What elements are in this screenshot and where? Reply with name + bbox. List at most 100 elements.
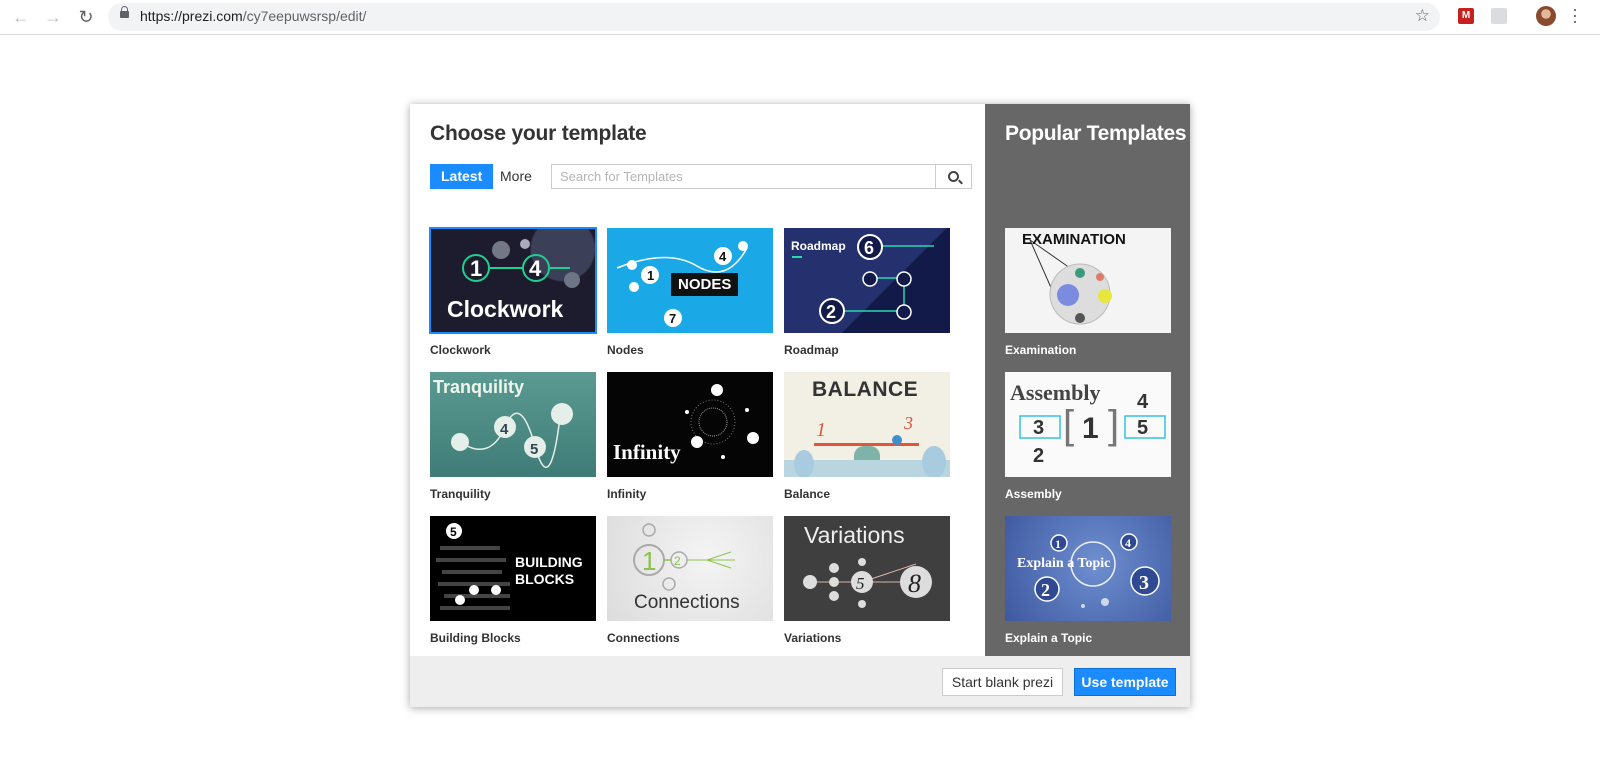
template-thumbnail[interactable]: 1 4 7 NODES bbox=[607, 228, 773, 333]
search-input[interactable] bbox=[552, 165, 935, 188]
template-thumbnail[interactable]: 4 5 Tranquility bbox=[430, 372, 596, 477]
popular-templates-pane: Popular Templates EXAMINATION Examinatio… bbox=[985, 104, 1190, 656]
thumbnail-title: Infinity bbox=[613, 440, 681, 464]
popular-templates-title: Popular Templates bbox=[1005, 122, 1187, 145]
svg-text:4: 4 bbox=[1137, 391, 1149, 413]
template-label: Connections bbox=[607, 631, 680, 645]
dialog-footer bbox=[410, 656, 1190, 707]
svg-text:4: 4 bbox=[529, 256, 542, 281]
thumbnail-title: NODES bbox=[671, 273, 739, 296]
tab-latest[interactable]: Latest bbox=[430, 164, 494, 189]
svg-text:3: 3 bbox=[1033, 417, 1044, 439]
template-label: Assembly bbox=[1005, 487, 1062, 501]
thumbnail-title: Tranquility bbox=[433, 377, 525, 397]
browser-menu-icon[interactable]: · · · bbox=[1572, 0, 1578, 30]
extension-pdf-icon[interactable] bbox=[1491, 8, 1507, 24]
popular-card-examination[interactable]: EXAMINATION Examination bbox=[1005, 228, 1171, 357]
svg-text:1: 1 bbox=[816, 419, 826, 441]
template-thumbnail[interactable]: 5 BUILDING BLOCKS bbox=[430, 516, 596, 621]
template-card-building-blocks[interactable]: 5 BUILDING BLOCKS Building Blocks bbox=[430, 516, 596, 645]
template-thumbnail[interactable]: 3 5 1 4 2 [ ] Assembly bbox=[1005, 372, 1171, 477]
popular-card-assembly[interactable]: 3 5 1 4 2 [ ] Assembly Assembly bbox=[1005, 372, 1171, 501]
template-thumbnail[interactable]: EXAMINATION bbox=[1005, 228, 1171, 333]
template-card-variations[interactable]: 5 8 Variations Variations bbox=[784, 516, 950, 645]
svg-text:2: 2 bbox=[826, 302, 836, 322]
template-card-connections[interactable]: 1 2 Connections Connections bbox=[607, 516, 773, 645]
template-label: Nodes bbox=[607, 343, 644, 357]
svg-text:4: 4 bbox=[1125, 536, 1131, 550]
thumbnail-title: Clockwork bbox=[447, 296, 564, 322]
template-thumbnail[interactable]: 1 3 BALANCE bbox=[784, 372, 950, 477]
svg-text:2: 2 bbox=[1033, 445, 1044, 467]
svg-text:]: ] bbox=[1108, 403, 1119, 447]
use-template-button[interactable]: Use template bbox=[1074, 668, 1176, 696]
forward-arrow-icon[interactable]: → bbox=[42, 6, 64, 28]
popular-card-explain-a-topic[interactable]: 1 4 2 3 Explain a Topic Explain a Topic bbox=[1005, 516, 1171, 645]
thumbnail-title: EXAMINATION bbox=[1022, 231, 1126, 248]
template-label: Clockwork bbox=[430, 343, 491, 357]
template-card-tranquility[interactable]: 4 5 Tranquility Tranquility bbox=[430, 372, 596, 501]
thumbnail-title: Roadmap bbox=[791, 239, 846, 253]
svg-text:5: 5 bbox=[1137, 417, 1148, 439]
template-thumbnail[interactable]: 6 2 Roadmap bbox=[784, 228, 950, 333]
svg-text:1: 1 bbox=[470, 256, 482, 281]
template-card-clockwork[interactable]: 1 4 Clockwork Clockwork bbox=[429, 227, 597, 357]
template-thumbnail[interactable]: 5 8 Variations bbox=[784, 516, 950, 621]
template-thumbnail[interactable]: 1 2 Connections bbox=[607, 516, 773, 621]
svg-text:3: 3 bbox=[903, 413, 913, 433]
template-dialog: Choose your template Latest More 1 4 Cl bbox=[410, 104, 1190, 707]
svg-text:1: 1 bbox=[647, 268, 654, 283]
template-card-balance[interactable]: 1 3 BALANCE Balance bbox=[784, 372, 950, 501]
thumbnail-title: Assembly bbox=[1010, 380, 1101, 405]
extension-m-icon[interactable]: M bbox=[1458, 8, 1474, 24]
template-label: Balance bbox=[784, 487, 831, 501]
search-icon bbox=[948, 171, 959, 182]
template-thumbnail[interactable]: 1 4 2 3 Explain a Topic bbox=[1005, 516, 1171, 621]
svg-text:2: 2 bbox=[1041, 580, 1050, 600]
svg-text:1: 1 bbox=[1082, 412, 1099, 445]
search-field[interactable] bbox=[551, 164, 936, 189]
svg-text:8: 8 bbox=[908, 569, 921, 598]
lock-icon bbox=[120, 6, 129, 18]
svg-text:5: 5 bbox=[856, 574, 865, 593]
reload-icon[interactable]: ↻ bbox=[75, 6, 97, 28]
tab-more[interactable]: More bbox=[489, 164, 543, 189]
search-button[interactable] bbox=[936, 164, 972, 189]
profile-avatar[interactable] bbox=[1536, 6, 1556, 26]
template-thumbnail[interactable]: Infinity bbox=[607, 372, 773, 477]
template-label: Tranquility bbox=[430, 487, 491, 501]
back-arrow-icon[interactable]: ← bbox=[10, 6, 32, 28]
template-pane: Choose your template Latest More 1 4 Cl bbox=[410, 104, 985, 656]
svg-text:6: 6 bbox=[864, 238, 874, 258]
template-label: Examination bbox=[1005, 343, 1077, 357]
template-label: Infinity bbox=[607, 487, 647, 501]
thumbnail-title: Variations bbox=[804, 522, 905, 548]
template-label: Roadmap bbox=[784, 343, 839, 357]
svg-text:5: 5 bbox=[450, 525, 457, 539]
template-card-infinity[interactable]: Infinity Infinity bbox=[607, 372, 773, 501]
svg-text:1: 1 bbox=[642, 546, 656, 576]
dialog-title: Choose your template bbox=[430, 122, 647, 145]
template-label: Variations bbox=[784, 631, 842, 645]
thumbnail-title: BALANCE bbox=[812, 378, 919, 401]
thumbnail-title: Connections bbox=[634, 592, 740, 613]
template-label: Building Blocks bbox=[430, 631, 521, 645]
svg-text:5: 5 bbox=[530, 441, 538, 458]
bookmark-star-icon[interactable]: ☆ bbox=[1415, 6, 1430, 26]
thumbnail-title: BUILDING BLOCKS bbox=[515, 554, 583, 587]
svg-text:2: 2 bbox=[674, 554, 681, 568]
browser-toolbar: ← → ↻ https://prezi.com/cy7eepuwsrsp/edi… bbox=[0, 0, 1600, 35]
address-bar[interactable]: https://prezi.com/cy7eepuwsrsp/edit/ ☆ bbox=[108, 3, 1440, 31]
thumbnail-title: Explain a Topic bbox=[1017, 556, 1111, 571]
svg-text:3: 3 bbox=[1139, 572, 1149, 594]
svg-text:1: 1 bbox=[1055, 537, 1061, 551]
template-card-nodes[interactable]: 1 4 7 NODES Nodes bbox=[607, 228, 773, 357]
svg-text:4: 4 bbox=[719, 249, 727, 264]
url-text: https://prezi.com/cy7eepuwsrsp/edit/ bbox=[140, 8, 367, 24]
template-card-roadmap[interactable]: 6 2 Roadmap Roadmap bbox=[784, 228, 950, 357]
template-thumbnail[interactable]: 1 4 Clockwork bbox=[429, 227, 597, 334]
svg-text:4: 4 bbox=[500, 421, 509, 438]
svg-text:[: [ bbox=[1063, 403, 1074, 447]
start-blank-prezi-button[interactable]: Start blank prezi bbox=[942, 668, 1063, 696]
template-label: Explain a Topic bbox=[1005, 631, 1093, 645]
